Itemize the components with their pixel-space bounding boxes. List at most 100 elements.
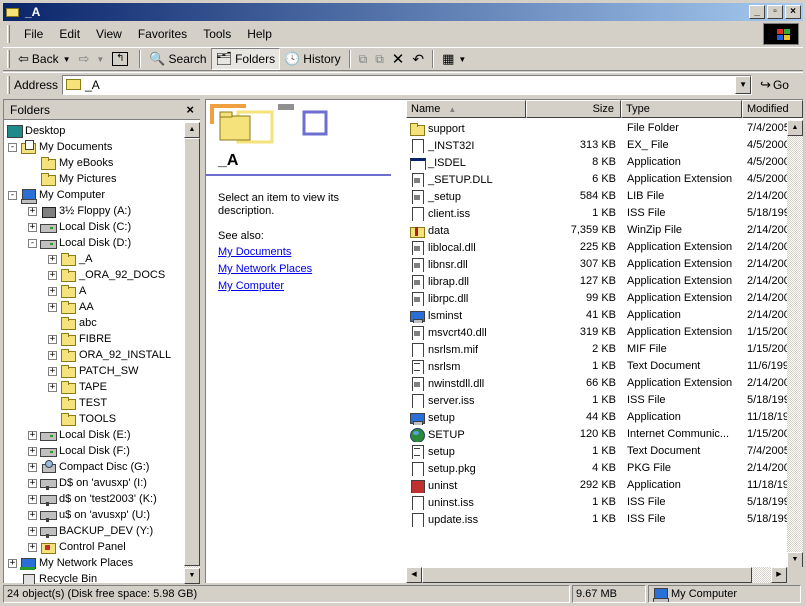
file-name-cell[interactable]: data xyxy=(409,224,527,238)
maximize-button[interactable]: ▫ xyxy=(767,5,783,19)
tree-item[interactable]: + AA xyxy=(48,299,94,315)
tree-item[interactable]: + Local Disk (F:) xyxy=(28,443,130,459)
file-name-cell[interactable]: librpc.dll xyxy=(409,292,527,306)
menu-grip[interactable] xyxy=(7,25,10,43)
copy-to-button[interactable]: ⧉ xyxy=(371,48,388,70)
file-name-cell[interactable]: liblocal.dll xyxy=(409,241,527,255)
tree-item[interactable]: + _A xyxy=(48,251,92,267)
menu-file[interactable]: File xyxy=(16,25,51,43)
views-dropdown-icon[interactable]: ▼ xyxy=(458,55,466,64)
file-name-cell[interactable]: server.iss xyxy=(409,394,527,408)
file-name-cell[interactable]: nsrlsm xyxy=(409,360,527,374)
expand-icon[interactable]: + xyxy=(28,222,37,232)
menu-view[interactable]: View xyxy=(88,25,130,43)
file-row[interactable]: nwinstdll.dll 66 KB Application Extension 2… xyxy=(406,376,787,393)
scroll-right-button[interactable]: ▶ xyxy=(771,567,787,583)
close-button[interactable]: × xyxy=(785,5,801,19)
tree-item[interactable]: Recycle Bin xyxy=(8,571,97,584)
file-name-cell[interactable]: librap.dll xyxy=(409,275,527,289)
file-row[interactable]: msvcrt40.dll 319 KB Application Extension 1… xyxy=(406,325,787,342)
link-my-network-places[interactable]: My Network Places xyxy=(218,263,312,275)
forward-button[interactable]: ⇨ ▼ xyxy=(75,48,109,70)
tree-item[interactable]: + D$ on 'avusxp' (I:) xyxy=(28,475,147,491)
collapse-icon[interactable]: - xyxy=(28,238,37,248)
expand-icon[interactable]: + xyxy=(28,510,37,520)
expand-icon[interactable]: + xyxy=(48,334,57,344)
file-name-cell[interactable]: client.iss xyxy=(409,207,527,221)
column-header-type[interactable]: Type xyxy=(621,100,742,118)
tree-item[interactable]: + ORA_92_INSTALL xyxy=(48,347,171,363)
files-horizontal-scrollbar[interactable]: ◀ ▶ xyxy=(406,567,787,583)
tree-item[interactable]: abc xyxy=(48,315,97,331)
expand-icon[interactable]: + xyxy=(48,270,57,280)
views-button[interactable]: ▦ ▼ xyxy=(438,48,470,70)
file-row[interactable]: liblocal.dll 225 KB Application Extension 2… xyxy=(406,240,787,257)
file-name-cell[interactable]: libnsr.dll xyxy=(409,258,527,272)
file-row[interactable]: setup.pkg 4 KB PKG File 2/14/2002 xyxy=(406,461,787,478)
tree-item[interactable]: + A xyxy=(48,283,86,299)
file-row[interactable]: nsrlsm 1 KB Text Document 11/6/1997 xyxy=(406,359,787,376)
tree-item[interactable]: + u$ on 'avusxp' (U:) xyxy=(28,507,150,523)
search-button[interactable]: 🔍 Search xyxy=(145,48,210,70)
file-row[interactable]: setup 1 KB Text Document 7/4/2005 2 xyxy=(406,444,787,461)
menu-help[interactable]: Help xyxy=(239,25,280,43)
tree-item[interactable]: My eBooks xyxy=(28,155,113,171)
tree-item[interactable]: + Control Panel xyxy=(28,539,126,555)
file-name-cell[interactable]: setup xyxy=(409,445,527,459)
file-name-cell[interactable]: _INST32I xyxy=(409,139,527,153)
undo-button[interactable]: ↶ xyxy=(408,48,428,70)
file-name-cell[interactable]: _ISDEL xyxy=(409,156,527,170)
title-bar[interactable]: _A _ ▫ × xyxy=(3,3,803,21)
file-row[interactable]: client.iss 1 KB ISS File 5/18/1998 xyxy=(406,206,787,223)
folders-button[interactable]: 🗂 Folders xyxy=(210,48,281,70)
file-row[interactable]: _SETUP.DLL 6 KB Application Extension 4/5/2… xyxy=(406,172,787,189)
scroll-down-button[interactable]: ▼ xyxy=(787,552,803,568)
tree-item[interactable]: - Local Disk (D:) xyxy=(28,235,131,251)
expand-icon[interactable]: + xyxy=(48,302,57,312)
files-vertical-scrollbar[interactable]: ▲ ▼ xyxy=(787,120,803,568)
file-row[interactable]: libnsr.dll 307 KB Application Extension 2/1… xyxy=(406,257,787,274)
tree-item[interactable]: - My Computer xyxy=(8,187,105,204)
expand-icon[interactable]: + xyxy=(48,254,57,264)
file-row[interactable]: SETUP 120 KB Internet Communic... 1/15/2002 xyxy=(406,427,787,444)
file-row[interactable]: nsrlsm.mif 2 KB MIF File 1/15/2002 xyxy=(406,342,787,359)
expand-icon[interactable]: + xyxy=(48,366,57,376)
file-row[interactable]: librpc.dll 99 KB Application Extension 2/14… xyxy=(406,291,787,308)
file-name-cell[interactable]: nsrlsm.mif xyxy=(409,343,527,357)
expand-icon[interactable]: + xyxy=(28,542,37,552)
expand-icon[interactable]: + xyxy=(48,286,57,296)
column-header-name[interactable]: Name ▲ xyxy=(406,100,526,118)
back-dropdown-icon[interactable]: ▼ xyxy=(63,55,71,64)
tree-item[interactable]: + Local Disk (E:) xyxy=(28,427,131,443)
address-grip[interactable] xyxy=(7,75,10,94)
file-name-cell[interactable]: _setup xyxy=(409,190,527,204)
tree-item[interactable]: + Compact Disc (G:) xyxy=(28,459,149,475)
scroll-up-button[interactable]: ▲ xyxy=(787,120,803,136)
address-value[interactable]: _A xyxy=(85,78,100,92)
address-dropdown-button[interactable]: ▼ xyxy=(735,75,752,94)
file-row[interactable]: setup 44 KB Application 11/18/1997 xyxy=(406,410,787,427)
menu-favorites[interactable]: Favorites xyxy=(130,25,195,43)
file-name-cell[interactable]: setup xyxy=(409,411,527,425)
file-row[interactable]: support File Folder 7/4/2005 2 xyxy=(406,121,787,138)
toolbar-grip[interactable] xyxy=(7,50,10,68)
file-name-cell[interactable]: uninst xyxy=(409,479,527,493)
expand-icon[interactable]: + xyxy=(48,382,57,392)
go-button[interactable]: ↪ Go xyxy=(760,77,789,93)
menu-tools[interactable]: Tools xyxy=(195,25,239,43)
file-name-cell[interactable]: uninst.iss xyxy=(409,496,527,510)
horizontal-scroll-thumb[interactable] xyxy=(422,567,752,583)
up-folder-button[interactable]: ↰ xyxy=(108,48,135,70)
tree-item[interactable]: + TAPE xyxy=(48,379,107,395)
file-row[interactable]: librap.dll 127 KB Application Extension 2/1… xyxy=(406,274,787,291)
tree-item[interactable]: + BACKUP_DEV (Y:) xyxy=(28,523,153,539)
tree-item[interactable]: Desktop xyxy=(6,123,65,139)
scroll-left-button[interactable]: ◀ xyxy=(406,567,422,583)
delete-button[interactable]: ✕ xyxy=(388,48,409,70)
tree-item[interactable]: TEST xyxy=(48,395,107,411)
file-row[interactable]: uninst 292 KB Application 11/18/1997 xyxy=(406,478,787,495)
tree-item[interactable]: My Pictures xyxy=(28,171,116,187)
tree-item[interactable]: + d$ on 'test2003' (K:) xyxy=(28,491,157,507)
file-row[interactable]: _INST32I 313 KB EX_ File 4/5/2000 1 xyxy=(406,138,787,155)
expand-icon[interactable]: + xyxy=(28,206,37,216)
